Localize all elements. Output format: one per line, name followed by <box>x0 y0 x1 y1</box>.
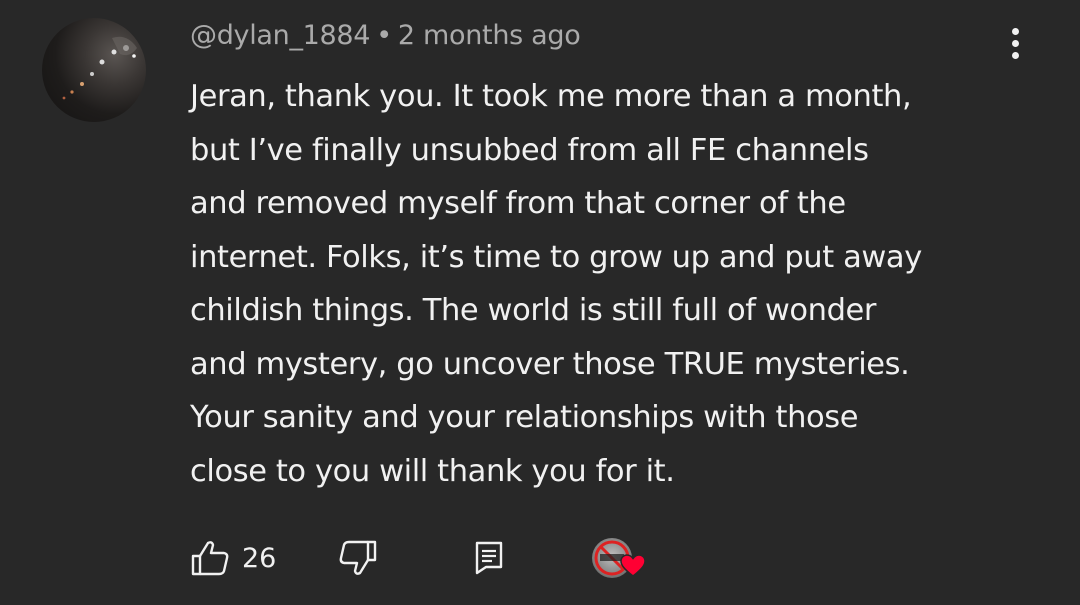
like-count: 26 <box>242 542 277 574</box>
creator-heart-badge <box>592 530 646 586</box>
comment-actions: 26 <box>0 530 1080 586</box>
comment-line: and removed myself from that corner of t… <box>190 186 846 221</box>
dislike-button[interactable] <box>338 530 378 586</box>
user-avatar[interactable] <box>42 18 146 122</box>
meta-separator: • <box>376 20 392 51</box>
reply-button[interactable] <box>474 530 504 586</box>
comment-line: childish things. The world is still full… <box>190 293 877 328</box>
comment-icon <box>475 541 503 575</box>
comment-meta: @dylan_1884 • 2 months ago <box>190 20 581 51</box>
comment-line: but I’ve finally unsubbed from all FE ch… <box>190 132 869 168</box>
comment-line: Your sanity and your relationships with … <box>190 400 859 435</box>
comment-line: and mystery, go uncover those TRUE myste… <box>190 346 910 382</box>
like-button[interactable]: 26 <box>190 530 276 586</box>
avatar-image <box>62 36 137 100</box>
creator-heart-icon <box>620 554 646 577</box>
comment-line: Jeran, thank you. It took me more than a… <box>190 79 912 114</box>
thumb-down-icon <box>339 540 377 575</box>
comment-line: close to you will thank you for it. <box>190 453 675 489</box>
more-vert-icon[interactable] <box>1000 28 1030 72</box>
thumb-up-icon <box>191 541 229 576</box>
comment-timestamp[interactable]: 2 months ago <box>398 20 581 51</box>
comment-line: internet. Folks, it’s time to grow up an… <box>190 239 922 275</box>
author-handle[interactable]: @dylan_1884 <box>190 20 371 51</box>
comment-text: Jeran, thank you. It took me more than a… <box>190 70 1050 498</box>
